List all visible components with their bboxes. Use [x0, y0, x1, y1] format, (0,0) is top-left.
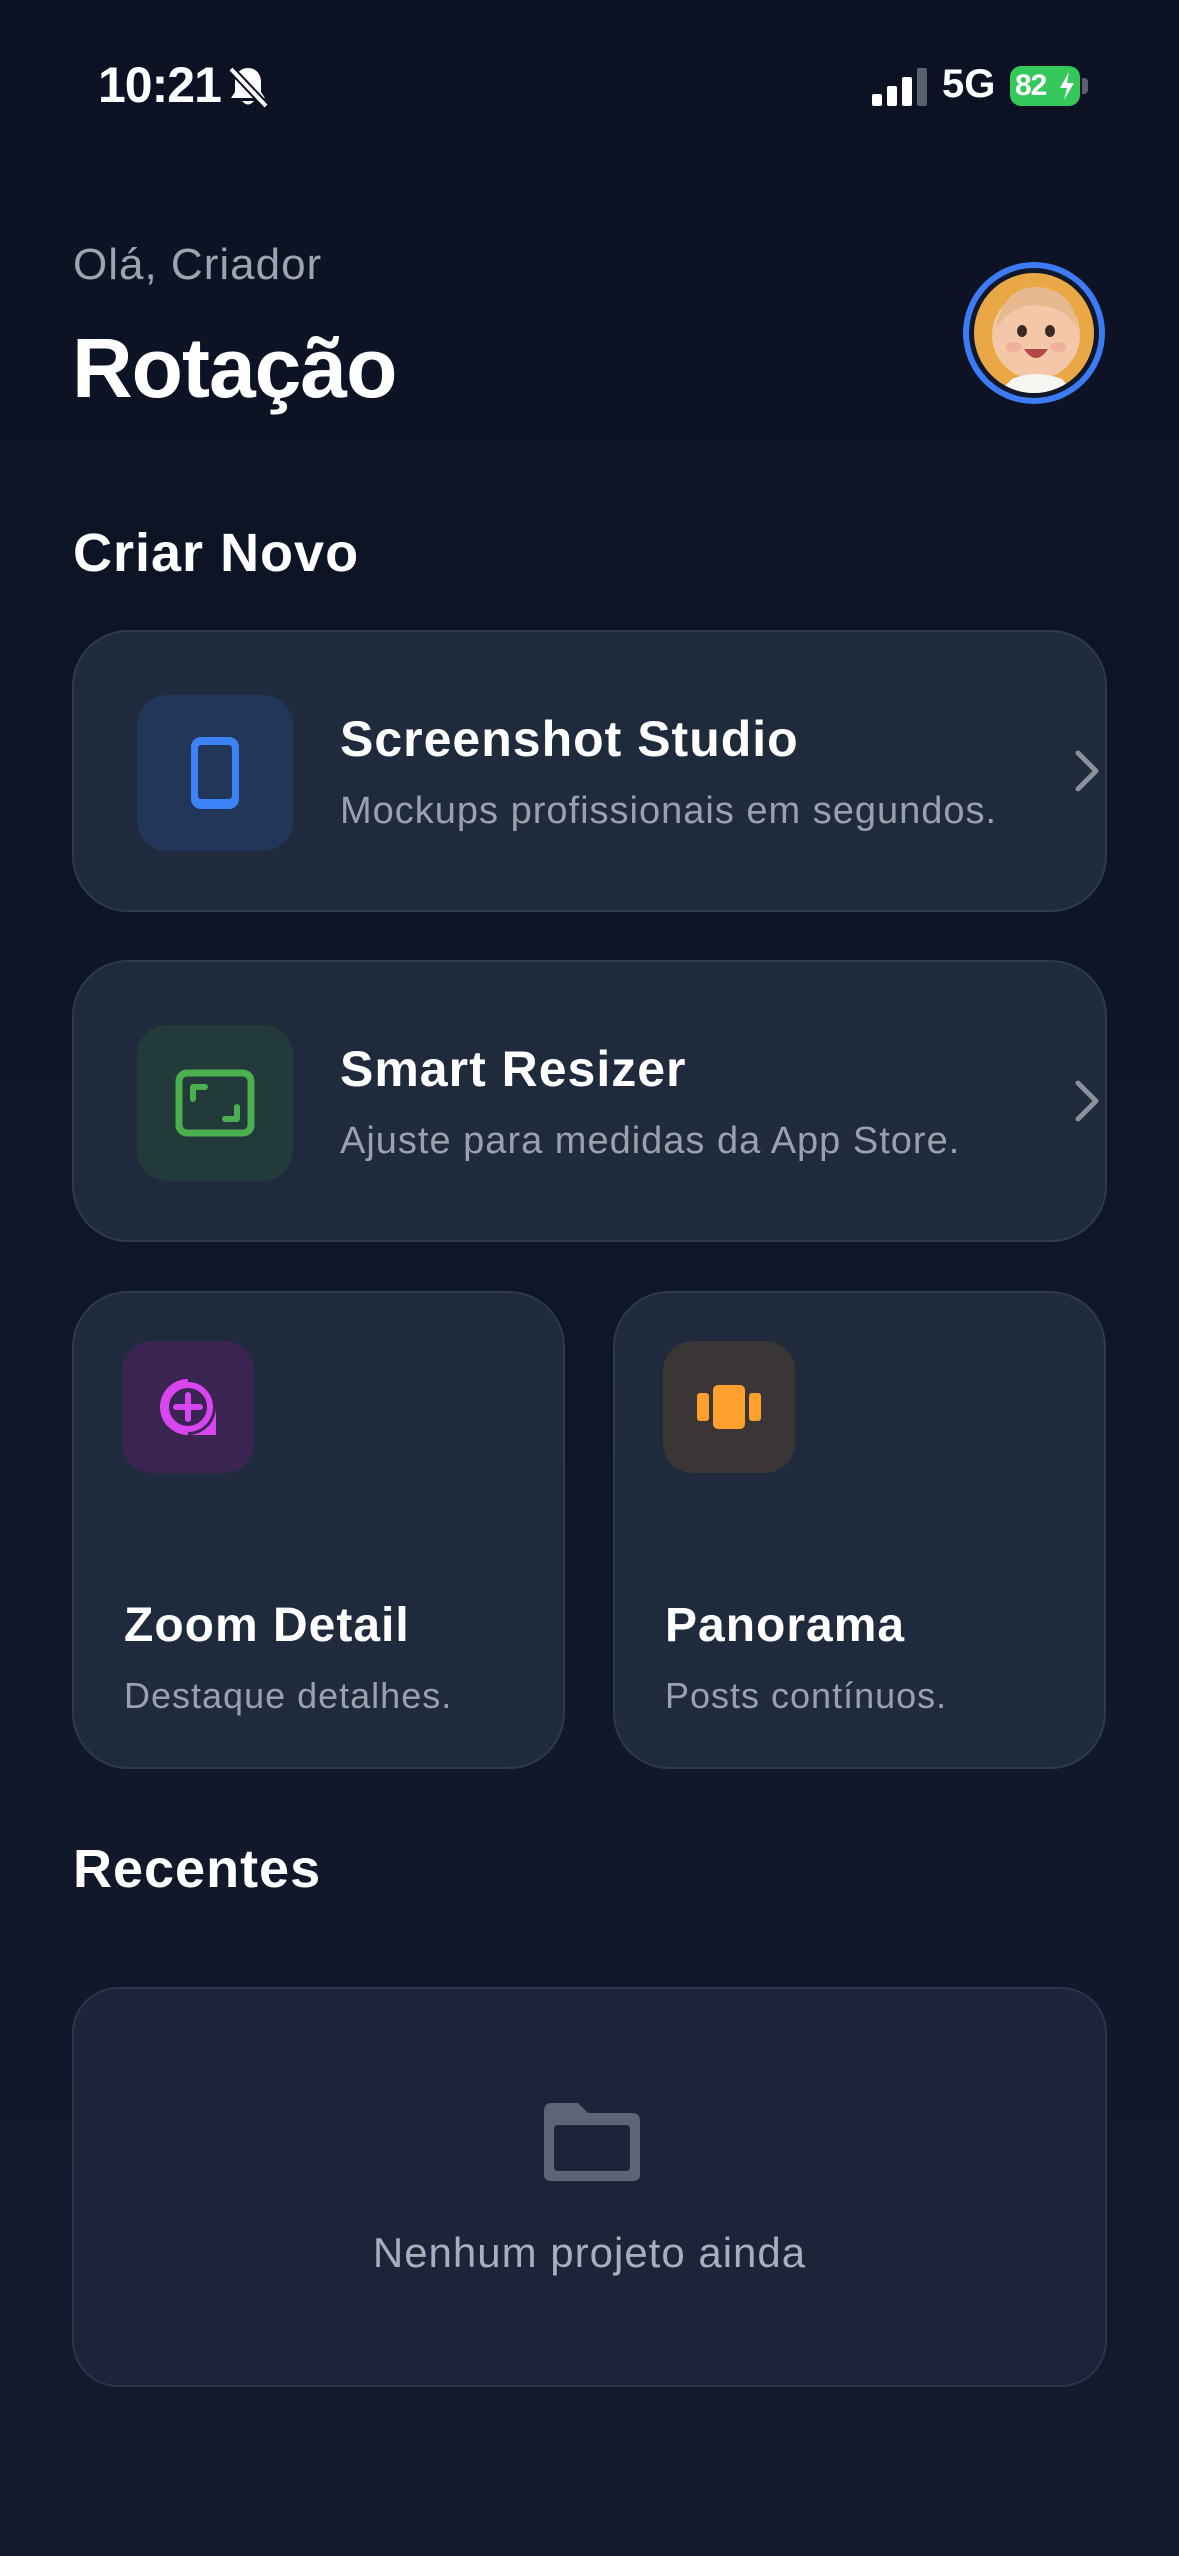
chevron-right-icon — [1075, 750, 1099, 792]
tool-title: Screenshot Studio — [340, 711, 799, 767]
tool-card-screenshot-studio[interactable]: Screenshot Studio Mockups profissionais … — [72, 630, 1107, 912]
section-title-create: Criar Novo — [73, 523, 360, 583]
phone-icon — [191, 737, 239, 809]
status-bar: 10:21 5G 82 — [0, 0, 1179, 170]
tool-title: Smart Resizer — [340, 1041, 687, 1097]
tool-card-zoom-detail[interactable]: Zoom Detail Destaque detalhes. — [72, 1291, 565, 1769]
tool-subtitle: Ajuste para medidas da App Store. — [340, 1120, 961, 1162]
avatar[interactable] — [963, 262, 1105, 404]
tool-card-smart-resizer[interactable]: Smart Resizer Ajuste para medidas da App… — [72, 960, 1107, 1242]
tool-icon-box — [122, 1341, 254, 1473]
charging-bolt-icon — [1060, 72, 1074, 100]
greeting: Olá, Criador — [73, 240, 323, 289]
network-label: 5G — [942, 62, 996, 106]
avatar-photo — [974, 273, 1094, 393]
battery-level: 82 — [1015, 69, 1047, 102]
bell-slash-icon — [228, 66, 269, 109]
section-title-recents: Recentes — [73, 1839, 322, 1899]
page-title: Rotação — [72, 321, 397, 415]
battery-cap — [1082, 78, 1088, 94]
battery-indicator: 82 — [1010, 66, 1080, 106]
tool-subtitle: Posts contínuos. — [665, 1675, 948, 1716]
tool-icon-box — [663, 1341, 795, 1473]
chevron-right-icon — [1075, 1080, 1099, 1122]
status-time: 10:21 — [98, 57, 222, 113]
tool-title: Panorama — [665, 1599, 906, 1652]
tool-title: Zoom Detail — [124, 1599, 410, 1652]
empty-message: Nenhum projeto ainda — [372, 2229, 807, 2276]
panorama-icon — [697, 1385, 761, 1429]
tool-card-panorama[interactable]: Panorama Posts contínuos. — [613, 1291, 1106, 1769]
signal-icon — [872, 68, 927, 106]
recents-empty-state: Nenhum projeto ainda — [72, 1987, 1107, 2387]
tool-subtitle: Mockups profissionais em segundos. — [340, 790, 998, 832]
zoom-plus-icon — [160, 1379, 216, 1435]
tool-subtitle: Destaque detalhes. — [124, 1675, 453, 1716]
folder-icon — [544, 2103, 640, 2181]
tool-icon-box — [137, 695, 293, 851]
tool-icon-box — [137, 1025, 293, 1181]
resize-frame-icon — [175, 1069, 255, 1137]
